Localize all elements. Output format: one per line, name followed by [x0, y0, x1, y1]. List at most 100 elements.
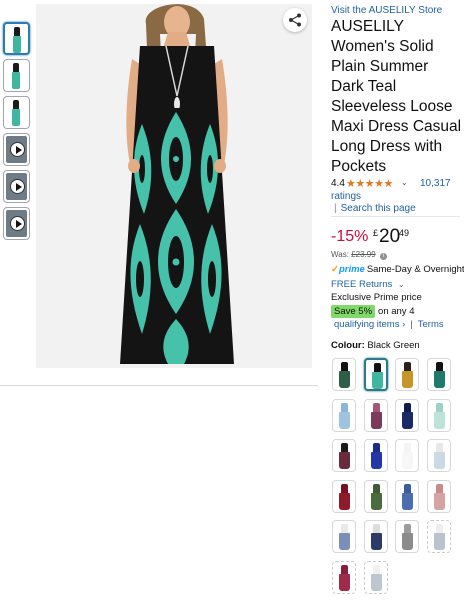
swatch-dress-top [341, 402, 348, 412]
chevron-down-icon[interactable]: ⌄ [401, 178, 408, 187]
colour-swatch[interactable] [363, 358, 388, 391]
play-icon [10, 142, 25, 157]
play-icon [10, 179, 25, 194]
colour-swatch[interactable] [332, 520, 356, 553]
colour-swatch[interactable] [395, 479, 419, 513]
ratings-label-link[interactable]: ratings [331, 191, 361, 202]
image-thumbnail[interactable] [3, 96, 30, 129]
free-returns-link[interactable]: FREE Returns ⌄ [331, 279, 405, 290]
promo-text: on any 4 [378, 306, 415, 317]
swatch-dress-top [435, 362, 443, 371]
colour-swatch[interactable] [426, 520, 451, 553]
dress-thumbnail-image [12, 100, 20, 126]
store-link[interactable]: Visit the AUSELILY Store [331, 5, 442, 16]
was-price-row: Was: £23.99 i [331, 250, 387, 260]
swatch-dress-skirt [402, 492, 413, 510]
info-icon[interactable]: i [379, 253, 387, 260]
qualifying-items-link[interactable]: qualifying items › [334, 319, 405, 330]
swatch-dress-top [404, 443, 411, 452]
swatch-dress-skirt [339, 492, 350, 510]
share-icon [289, 13, 301, 27]
swatch-dress-skirt [433, 533, 445, 550]
video-thumbnail[interactable] [3, 133, 30, 166]
separator: | [410, 319, 413, 330]
section-divider [331, 216, 460, 217]
chevron-down-icon[interactable]: ⌄ [398, 280, 405, 289]
colour-swatch[interactable] [363, 560, 388, 594]
was-price: £23.99 [351, 250, 376, 259]
swatch-dress-skirt [370, 452, 382, 469]
price-whole: 20 [379, 226, 401, 247]
save-badge: Save 5% [331, 305, 376, 318]
image-thumbnail[interactable] [3, 22, 30, 55]
colour-swatch[interactable] [426, 439, 451, 472]
video-thumbnail[interactable] [3, 170, 30, 203]
star-rating-icon[interactable]: ★★★★★ [346, 177, 393, 190]
search-page-link[interactable]: Search this page [341, 203, 416, 214]
swatch-dress-top [404, 524, 411, 533]
swatch-dress-top [341, 362, 348, 371]
qualifying-row: qualifying items › | Terms [334, 319, 444, 330]
swatch-dress-skirt [433, 411, 445, 429]
colour-swatch[interactable] [332, 560, 356, 594]
swatch-dress-skirt [339, 573, 350, 591]
video-thumbnail[interactable] [3, 207, 30, 240]
swatch-dress-top [372, 483, 380, 493]
swatch-dress-top [435, 524, 443, 533]
prime-row: ✓prime Same-Day & Overnight [331, 264, 464, 275]
colour-swatch[interactable] [332, 439, 356, 472]
swatch-dress-top [404, 362, 411, 371]
colour-swatch[interactable] [332, 358, 356, 391]
swatch-dress-top [372, 564, 380, 574]
swatch-dress-skirt [402, 411, 413, 429]
share-button[interactable] [283, 8, 307, 32]
swatch-dress-skirt [339, 452, 350, 469]
swatch-dress-top [372, 443, 380, 452]
prime-logo: prime [338, 264, 365, 275]
swatch-dress-skirt [402, 452, 413, 469]
image-thumbnail[interactable] [3, 59, 30, 92]
swatch-dress-top [435, 443, 443, 452]
swatch-dress-top [435, 483, 443, 493]
swatch-dress-top [341, 524, 348, 533]
colour-swatch[interactable] [363, 479, 388, 513]
main-product-image[interactable] [36, 4, 312, 368]
ratings-count-link[interactable]: 10,317 [420, 178, 451, 189]
was-label: Was: [331, 250, 349, 259]
colour-swatch[interactable] [395, 439, 419, 472]
discount-percent: -15% [331, 228, 369, 245]
swatch-dress-skirt [402, 371, 413, 388]
exclusive-prime-price: Exclusive Prime price [331, 292, 422, 303]
colour-swatch[interactable] [332, 479, 356, 513]
terms-link[interactable]: Terms [418, 319, 444, 330]
swatch-dress-skirt [370, 573, 382, 591]
swatch-dress-skirt [433, 371, 445, 388]
swatch-dress-top [373, 363, 381, 372]
swatch-dress-skirt [339, 371, 350, 388]
colour-swatch[interactable] [426, 358, 451, 391]
play-icon [10, 216, 25, 231]
swatch-dress-top [372, 402, 380, 412]
colour-swatch[interactable] [332, 398, 356, 432]
colour-label: Colour: [331, 340, 365, 351]
swatch-dress-skirt [433, 492, 445, 510]
swatch-dress-skirt [370, 492, 382, 510]
price-fraction: 49 [399, 228, 410, 238]
rating-value: 4.4 [331, 178, 345, 189]
colour-swatch[interactable] [395, 358, 419, 391]
swatch-dress-skirt [339, 411, 350, 429]
prime-delivery-text: Same-Day & Overnight [366, 264, 464, 275]
swatch-dress-top [341, 483, 348, 493]
free-returns-label[interactable]: FREE Returns [331, 279, 392, 290]
colour-swatch[interactable] [363, 520, 388, 553]
swatch-dress-skirt [370, 533, 382, 550]
colour-swatch[interactable] [363, 398, 388, 432]
colour-swatch[interactable] [426, 398, 451, 432]
dress-thumbnail-image [13, 27, 21, 53]
colour-swatch[interactable] [426, 479, 451, 513]
colour-swatch[interactable] [395, 520, 419, 553]
swatch-dress-top [341, 443, 348, 452]
swatch-dress-skirt [433, 452, 445, 469]
colour-swatch[interactable] [395, 398, 419, 432]
colour-swatch[interactable] [363, 439, 388, 472]
